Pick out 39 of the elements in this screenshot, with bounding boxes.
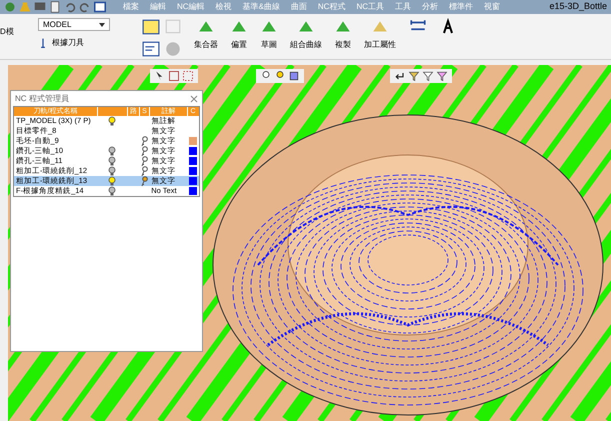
window-title: e15-3D_Bottle bbox=[549, 0, 607, 14]
ribbon-button-label[interactable]: 加工屬性 bbox=[364, 39, 396, 51]
monitor-icon[interactable] bbox=[34, 1, 46, 13]
ribbon-button-label[interactable]: 組合曲線 bbox=[290, 39, 322, 51]
undo-icon[interactable] bbox=[64, 1, 76, 13]
filter-icon[interactable] bbox=[422, 70, 434, 82]
lightbulb-icon[interactable] bbox=[108, 156, 116, 166]
ribbon-button-label[interactable]: 根據刀具 bbox=[52, 37, 84, 49]
key-icon[interactable] bbox=[140, 146, 149, 156]
calendar-icon[interactable] bbox=[94, 1, 106, 13]
cube-icon[interactable] bbox=[288, 70, 300, 82]
dropdown-caret-icon[interactable] bbox=[99, 22, 105, 26]
filter-icon[interactable] bbox=[408, 70, 420, 82]
lightbulb-icon[interactable] bbox=[108, 176, 116, 186]
ribbon-label[interactable]: D模 bbox=[0, 26, 16, 38]
letter-a-icon[interactable] bbox=[440, 18, 456, 36]
model-select[interactable]: MODEL bbox=[38, 18, 110, 31]
key-icon[interactable] bbox=[140, 176, 149, 186]
ribbon-button-label[interactable]: 複製 bbox=[335, 39, 351, 51]
selection-icon[interactable] bbox=[182, 70, 194, 82]
panel-title: NC 程式管理員 bbox=[15, 92, 69, 104]
lightbulb-icon[interactable] bbox=[108, 186, 116, 196]
close-icon[interactable] bbox=[190, 94, 198, 102]
list-icon[interactable] bbox=[142, 40, 160, 58]
window-icon[interactable] bbox=[168, 70, 180, 82]
lightbulb-icon[interactable] bbox=[108, 116, 116, 126]
key-icon[interactable] bbox=[140, 136, 149, 146]
key-icon[interactable] bbox=[140, 166, 149, 176]
key-icon[interactable] bbox=[140, 156, 149, 166]
document-icon[interactable] bbox=[49, 1, 61, 13]
lightbulb-icon[interactable] bbox=[108, 166, 116, 176]
ribbon-button-label[interactable]: 偏置 bbox=[231, 39, 247, 51]
return-arrow-icon[interactable] bbox=[394, 70, 406, 82]
drill-tool-icon[interactable] bbox=[38, 37, 48, 49]
filter-icon[interactable] bbox=[436, 70, 448, 82]
table-icon[interactable] bbox=[142, 18, 160, 36]
lightbulb-icon[interactable] bbox=[108, 146, 116, 156]
ribbon-button-label[interactable]: 集合器 bbox=[194, 39, 218, 51]
ribbon-button-label[interactable]: 草圖 bbox=[261, 39, 277, 51]
